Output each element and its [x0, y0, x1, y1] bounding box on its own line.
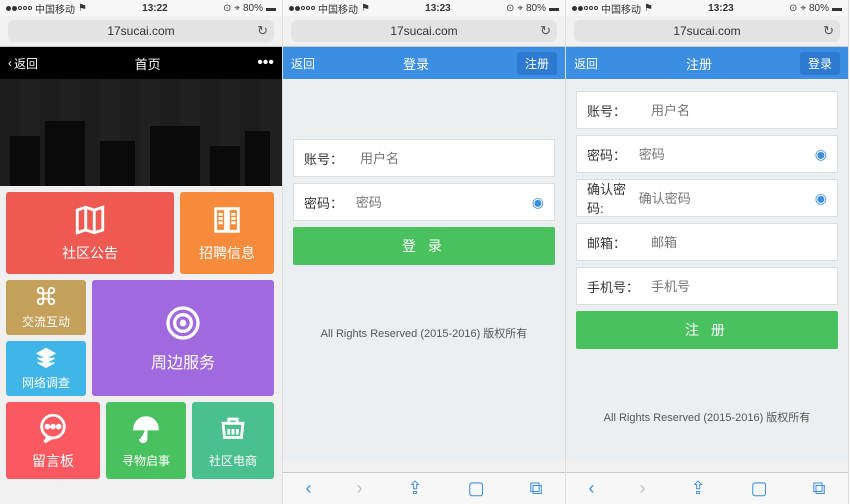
- account-input[interactable]: [651, 103, 827, 118]
- bluetooth-icon: ⌖: [234, 3, 240, 14]
- alarm-icon: ⊙: [789, 3, 797, 14]
- status-bar: 中国移动⚑ 13:23 ⊙⌖80%▬: [566, 0, 848, 16]
- password-label: 密码：: [304, 193, 356, 212]
- cart-icon: [216, 412, 250, 446]
- bluetooth-icon: ⌖: [517, 3, 523, 14]
- confirm-password-row[interactable]: 确认密码: ◉: [576, 179, 838, 217]
- wifi-icon: ⚑: [361, 3, 370, 14]
- page-title: 注册: [598, 54, 800, 73]
- wifi-icon: ⚑: [78, 3, 87, 14]
- account-row[interactable]: 账号：: [576, 91, 838, 129]
- tile-nearby[interactable]: 周边服务: [92, 280, 274, 396]
- tile-interact[interactable]: 交流互动: [6, 280, 86, 335]
- forward-icon: ›: [357, 478, 363, 499]
- tile-recruit[interactable]: 招聘信息: [180, 192, 274, 274]
- alarm-icon: ⊙: [223, 3, 231, 14]
- status-time: 13:23: [425, 3, 451, 14]
- back-button[interactable]: 返回: [574, 55, 598, 72]
- battery-icon: ▬: [832, 3, 842, 14]
- footer-copyright: All Rights Reserved (2015-2016) 版权所有: [576, 409, 838, 425]
- umbrella-icon: [129, 412, 163, 446]
- app-nav-bar: 返回 登录 注册: [283, 47, 565, 79]
- app-nav-bar: ‹返回 首页 •••: [0, 47, 282, 79]
- tile-shop[interactable]: 社区电商: [192, 402, 274, 479]
- tile-lost[interactable]: 寻物启事: [106, 402, 186, 479]
- register-button[interactable]: 注 册: [576, 311, 838, 349]
- safari-toolbar: ‹ › ⇪ ▢ ⧉: [283, 472, 565, 504]
- login-form: 账号： 密码： ◉ 登 录 All Rights Reserved (2015-…: [283, 79, 565, 459]
- tabs-icon[interactable]: ⧉: [530, 478, 543, 499]
- status-bar: 中国移动⚑ 13:23 ⊙⌖80%▬: [283, 0, 565, 16]
- page-title: 登录: [315, 54, 517, 73]
- refresh-icon[interactable]: ↻: [257, 23, 268, 39]
- back-button[interactable]: ‹返回: [8, 55, 38, 72]
- share-icon[interactable]: ⇪: [691, 478, 706, 499]
- eye-icon[interactable]: ◉: [815, 190, 827, 207]
- tile-announce[interactable]: 社区公告: [6, 192, 174, 274]
- layers-icon: [35, 346, 57, 368]
- eye-icon[interactable]: ◉: [815, 146, 827, 163]
- tile-board[interactable]: 留言板: [6, 402, 100, 479]
- account-row[interactable]: 账号：: [293, 139, 555, 177]
- carrier-label: 中国移动: [35, 1, 75, 16]
- password-input[interactable]: [639, 147, 815, 162]
- page-title: 首页: [38, 54, 257, 73]
- share-icon[interactable]: ⇪: [408, 478, 423, 499]
- back-icon[interactable]: ‹: [589, 478, 595, 499]
- safari-toolbar: ‹ › ⇪ ▢ ⧉: [566, 472, 848, 504]
- confirm-password-input[interactable]: [639, 191, 815, 206]
- command-icon: [35, 285, 57, 307]
- eye-icon[interactable]: ◉: [532, 194, 544, 211]
- more-button[interactable]: •••: [257, 54, 274, 72]
- status-time: 13:23: [708, 3, 734, 14]
- password-input[interactable]: [356, 195, 532, 210]
- url-text: 17sucai.com: [107, 24, 174, 38]
- browser-url-bar[interactable]: 17sucai.com↻: [283, 16, 565, 47]
- email-input[interactable]: [651, 235, 827, 250]
- register-button[interactable]: 注册: [517, 52, 557, 75]
- refresh-icon[interactable]: ↻: [540, 23, 551, 39]
- forward-icon: ›: [640, 478, 646, 499]
- chat-icon: [36, 411, 70, 445]
- account-input[interactable]: [360, 151, 544, 166]
- tile-grid: 社区公告 招聘信息 交流互动 网络调查 周边服务: [0, 186, 282, 485]
- bookmarks-icon[interactable]: ▢: [468, 478, 485, 499]
- refresh-icon[interactable]: ↻: [823, 23, 834, 39]
- status-bar: 中国移动 ⚑ 13:22 ⊙ ⌖ 80% ▬: [0, 0, 282, 16]
- login-button[interactable]: 登录: [800, 52, 840, 75]
- browser-url-bar[interactable]: 17sucai.com↻: [566, 16, 848, 47]
- back-icon[interactable]: ‹: [306, 478, 312, 499]
- target-icon: [163, 303, 203, 343]
- phone-input[interactable]: [651, 279, 827, 294]
- password-row[interactable]: 密码： ◉: [576, 135, 838, 173]
- back-button[interactable]: 返回: [291, 55, 315, 72]
- map-icon: [73, 203, 107, 237]
- bluetooth-icon: ⌖: [800, 3, 806, 14]
- status-time: 13:22: [142, 3, 168, 14]
- phone-row[interactable]: 手机号：: [576, 267, 838, 305]
- battery-icon: ▬: [266, 3, 276, 14]
- tile-survey[interactable]: 网络调查: [6, 341, 86, 396]
- book-icon: [210, 203, 244, 237]
- email-row[interactable]: 邮箱：: [576, 223, 838, 261]
- app-nav-bar: 返回 注册 登录: [566, 47, 848, 79]
- account-label: 账号：: [304, 149, 360, 168]
- wifi-icon: ⚑: [644, 3, 653, 14]
- tabs-icon[interactable]: ⧉: [813, 478, 826, 499]
- bookmarks-icon[interactable]: ▢: [751, 478, 768, 499]
- browser-url-bar[interactable]: 17sucai.com ↻: [0, 16, 282, 47]
- hero-image: [0, 79, 282, 186]
- password-row[interactable]: 密码： ◉: [293, 183, 555, 221]
- footer-copyright: All Rights Reserved (2015-2016) 版权所有: [293, 325, 555, 341]
- login-button[interactable]: 登 录: [293, 227, 555, 265]
- battery-percent: 80%: [243, 3, 263, 14]
- alarm-icon: ⊙: [506, 3, 514, 14]
- register-form: 账号： 密码： ◉ 确认密码: ◉ 邮箱： 手机号： 注 册: [566, 79, 848, 459]
- battery-icon: ▬: [549, 3, 559, 14]
